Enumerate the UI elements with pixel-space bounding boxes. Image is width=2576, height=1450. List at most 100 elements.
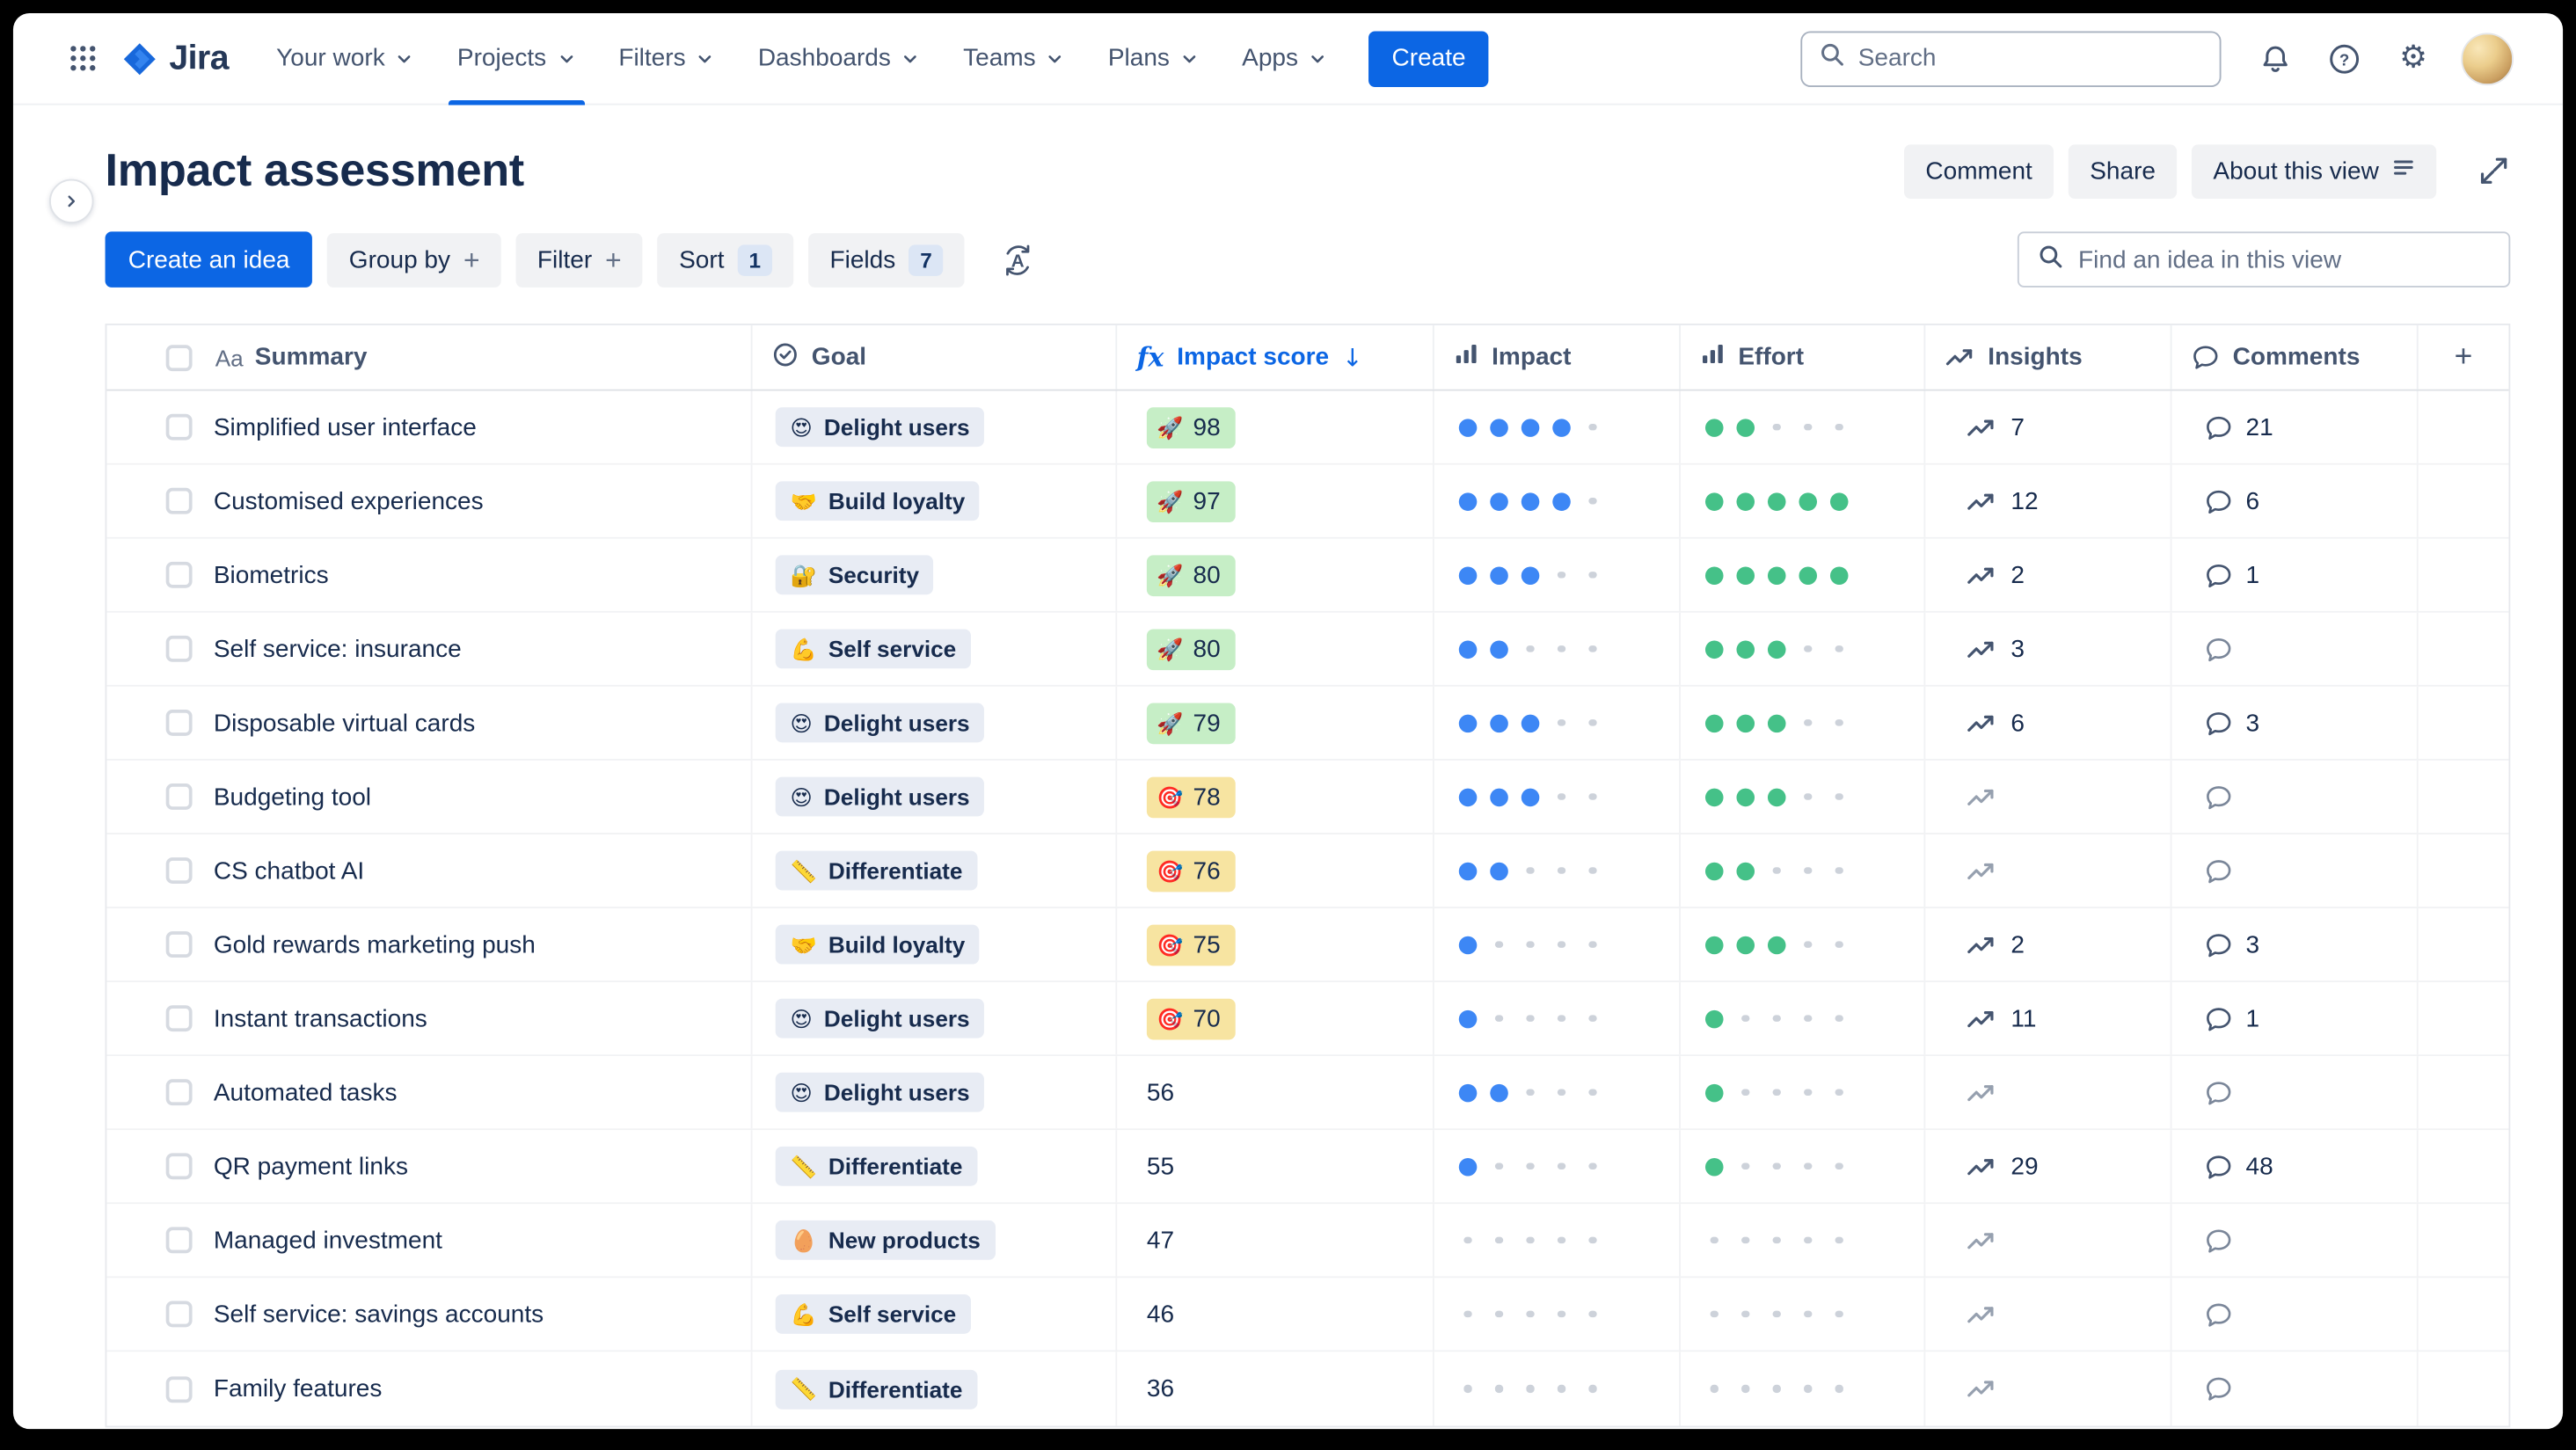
impact-rating-cell[interactable] [1434,760,1681,834]
effort-rating-cell[interactable] [1681,686,1926,760]
effort-rating-cell[interactable] [1681,760,1926,834]
impact-score-cell[interactable]: 🚀 79 [1117,686,1434,760]
insights-cell[interactable]: 12 [1925,464,2172,537]
table-row[interactable]: Managed investment 🥚 New products 47 [106,1204,2509,1279]
row-checkbox[interactable] [165,709,193,736]
column-header-summary[interactable]: Aa Summary [106,324,753,390]
comments-cell[interactable]: 48 [2171,1130,2419,1203]
find-idea-search[interactable] [2017,231,2511,288]
effort-rating-cell[interactable] [1681,390,1926,463]
select-all-checkbox[interactable] [165,344,193,371]
row-checkbox[interactable] [165,931,193,958]
sidebar-expand-button[interactable] [49,179,94,224]
impact-score-cell[interactable]: 🚀 80 [1117,612,1434,685]
column-header-impact[interactable]: Impact [1434,324,1681,390]
effort-rating-cell[interactable] [1681,1130,1926,1203]
row-checkbox[interactable] [165,413,193,441]
column-header-impact-score[interactable]: fx Impact score ↓ [1117,324,1434,390]
nav-item-filters[interactable]: Filters [597,13,736,105]
effort-rating-cell[interactable] [1681,1204,1926,1277]
effort-rating-cell[interactable] [1681,464,1926,537]
effort-rating-cell[interactable] [1681,538,1926,611]
create-idea-button[interactable]: Create an idea [105,231,313,288]
goal-cell[interactable]: 😍 Delight users [753,1056,1118,1129]
comments-cell[interactable]: 3 [2171,908,2419,981]
comments-cell[interactable] [2171,1204,2419,1277]
summary-cell[interactable]: Customised experiences [106,464,753,537]
table-row[interactable]: Gold rewards marketing push 🤝 Build loya… [106,908,2509,983]
settings-gear-icon[interactable]: ⚙ [2385,31,2441,87]
nav-item-teams[interactable]: Teams [942,13,1087,105]
goal-cell[interactable]: 💪 Self service [753,612,1118,685]
jira-logo[interactable]: Jira [121,39,230,78]
row-checkbox[interactable] [165,1227,193,1254]
impact-score-cell[interactable]: 46 [1117,1278,1434,1351]
summary-cell[interactable]: Budgeting tool [106,760,753,834]
insights-cell[interactable]: 11 [1925,982,2172,1055]
app-switcher-icon[interactable] [56,32,109,84]
insights-cell[interactable] [1925,1056,2172,1129]
table-row[interactable]: CS chatbot AI 📏 Differentiate 🎯 76 [106,834,2509,909]
row-checkbox[interactable] [165,1005,193,1032]
table-row[interactable]: Instant transactions 😍 Delight users 🎯 7… [106,982,2509,1057]
insights-cell[interactable]: 3 [1925,612,2172,685]
impact-score-cell[interactable]: 🎯 75 [1117,908,1434,981]
impact-rating-cell[interactable] [1434,464,1681,537]
row-checkbox[interactable] [165,857,193,884]
impact-score-cell[interactable]: 🚀 97 [1117,464,1434,537]
effort-rating-cell[interactable] [1681,834,1926,907]
impact-rating-cell[interactable] [1434,1352,1681,1426]
notifications-icon[interactable] [2247,31,2303,87]
insights-cell[interactable]: 6 [1925,686,2172,760]
column-header-insights[interactable]: Insights [1925,324,2172,390]
summary-cell[interactable]: Self service: savings accounts [106,1278,753,1351]
goal-cell[interactable]: 📏 Differentiate [753,834,1118,907]
comments-cell[interactable]: 21 [2171,390,2419,463]
impact-rating-cell[interactable] [1434,982,1681,1055]
filter-button[interactable]: Filter + [515,232,644,287]
nav-item-projects[interactable]: Projects [436,13,597,105]
share-button[interactable]: Share [2068,143,2178,199]
impact-rating-cell[interactable] [1434,538,1681,611]
impact-rating-cell[interactable] [1434,686,1681,760]
summary-cell[interactable]: Instant transactions [106,982,753,1055]
table-row[interactable]: Automated tasks 😍 Delight users 56 [106,1056,2509,1131]
row-checkbox[interactable] [165,635,193,662]
row-checkbox[interactable] [165,1153,193,1180]
table-row[interactable]: QR payment links 📏 Differentiate 55 29 4… [106,1130,2509,1205]
summary-cell[interactable]: Family features [106,1352,753,1426]
user-avatar[interactable] [2461,32,2514,85]
row-checkbox[interactable] [165,487,193,514]
goal-cell[interactable]: 🔐 Security [753,538,1118,611]
summary-cell[interactable]: Disposable virtual cards [106,686,753,760]
add-column-button[interactable]: + [2419,325,2509,390]
table-row[interactable]: Self service: insurance 💪 Self service 🚀… [106,612,2509,687]
summary-cell[interactable]: QR payment links [106,1130,753,1203]
comments-cell[interactable] [2171,612,2419,685]
global-search[interactable] [1800,30,2222,87]
summary-cell[interactable]: Automated tasks [106,1056,753,1129]
impact-rating-cell[interactable] [1434,908,1681,981]
table-row[interactable]: Self service: savings accounts 💪 Self se… [106,1278,2509,1352]
row-checkbox[interactable] [165,1079,193,1106]
table-row[interactable]: Customised experiences 🤝 Build loyalty 🚀… [106,464,2509,539]
summary-cell[interactable]: CS chatbot AI [106,834,753,907]
column-header-goal[interactable]: Goal [753,324,1118,390]
goal-cell[interactable]: 📏 Differentiate [753,1352,1118,1426]
column-header-comments[interactable]: Comments [2171,324,2419,390]
insights-cell[interactable] [1925,1352,2172,1426]
goal-cell[interactable]: 🥚 New products [753,1204,1118,1277]
goal-cell[interactable]: 🤝 Build loyalty [753,464,1118,537]
insights-cell[interactable]: 29 [1925,1130,2172,1203]
impact-score-cell[interactable]: 🎯 78 [1117,760,1434,834]
nav-item-plans[interactable]: Plans [1087,13,1221,105]
insights-cell[interactable] [1925,1204,2172,1277]
impact-rating-cell[interactable] [1434,612,1681,685]
nav-item-your-work[interactable]: Your work [255,13,436,105]
summary-cell[interactable]: Simplified user interface [106,390,753,463]
insights-cell[interactable] [1925,834,2172,907]
impact-rating-cell[interactable] [1434,834,1681,907]
impact-score-cell[interactable]: 56 [1117,1056,1434,1129]
goal-cell[interactable]: 💪 Self service [753,1278,1118,1351]
nav-item-apps[interactable]: Apps [1221,13,1349,105]
